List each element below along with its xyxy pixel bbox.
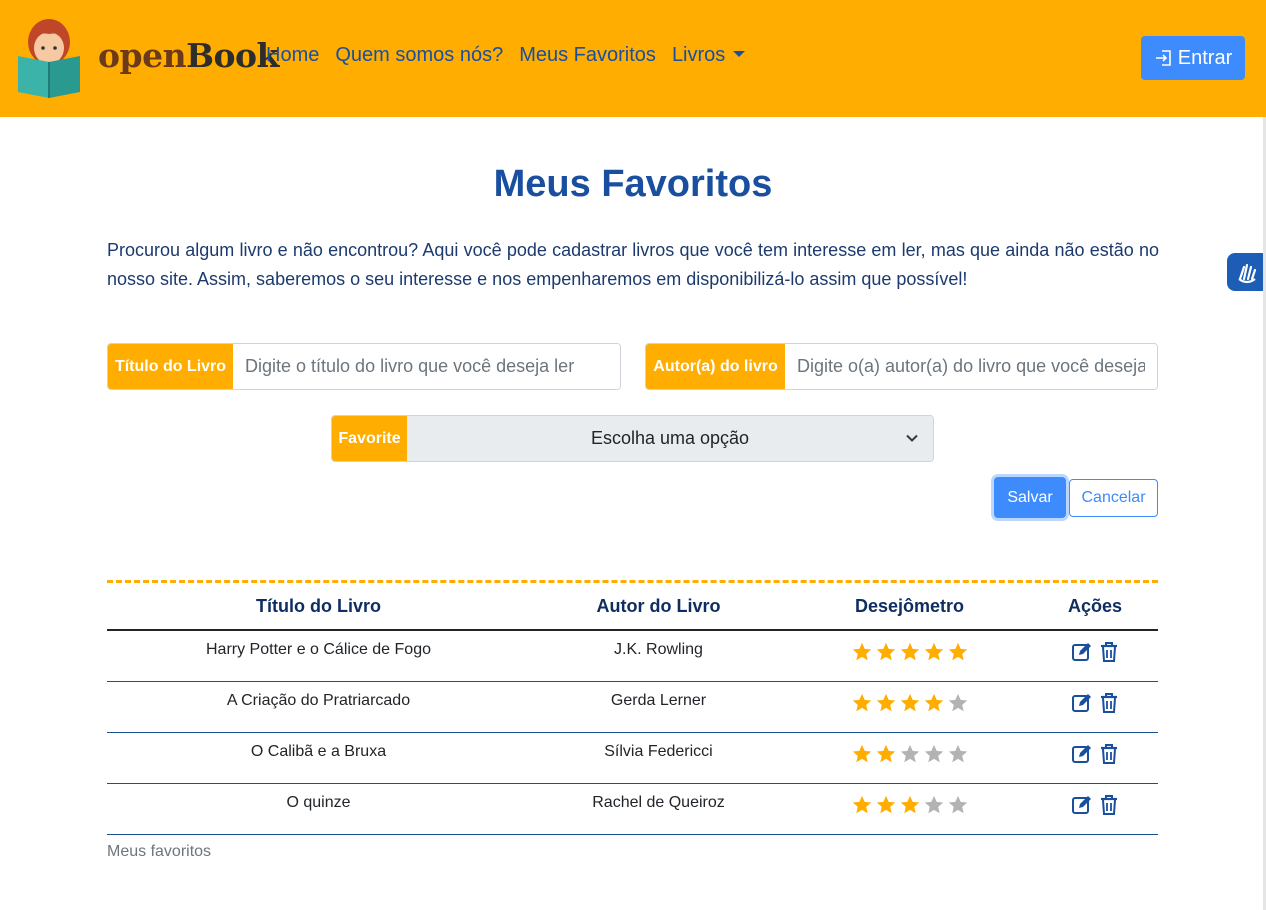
star-empty-icon — [947, 692, 969, 719]
login-icon — [1155, 50, 1171, 66]
title-input-group: Título do Livro — [107, 343, 621, 390]
author-field-label: Autor(a) do livro — [646, 344, 785, 389]
caret-down-icon — [733, 50, 746, 57]
rating-stars — [851, 641, 969, 668]
cell-author: Sílvia Federicci — [530, 732, 787, 784]
sign-language-icon — [1237, 263, 1256, 284]
star-filled-icon — [851, 743, 873, 770]
favorite-input-group: Favorite Escolha uma opção — [331, 415, 934, 462]
star-filled-icon — [923, 641, 945, 668]
favorite-select[interactable]: Escolha uma opção — [407, 416, 933, 461]
table-header-row: Título do Livro Autor do Livro Desejômet… — [107, 583, 1158, 631]
table-row: O quinze Rachel de Queiroz — [107, 783, 1158, 835]
row-actions — [1071, 743, 1119, 770]
cell-rating — [787, 630, 1032, 682]
table-caption: Meus favoritos — [107, 843, 212, 860]
row-actions — [1071, 692, 1119, 719]
cell-title: A Criação do Pratriarcado — [107, 681, 530, 733]
table-row: A Criação do Pratriarcado Gerda Lerner — [107, 681, 1158, 733]
favorite-select-value: Escolha uma opção — [590, 428, 750, 448]
brand-name-part2: Book — [186, 36, 279, 75]
cell-actions — [1032, 732, 1158, 784]
cell-author: Gerda Lerner — [530, 681, 787, 733]
star-filled-icon — [875, 743, 897, 770]
login-label: Entrar — [1177, 46, 1233, 69]
cell-author: Rachel de Queiroz — [530, 783, 787, 835]
star-filled-icon — [947, 641, 969, 668]
star-filled-icon — [875, 692, 897, 719]
star-filled-icon — [875, 794, 897, 821]
trash-icon[interactable] — [1099, 692, 1119, 719]
cell-rating — [787, 783, 1032, 835]
row-actions — [1071, 794, 1119, 821]
edit-icon[interactable] — [1071, 641, 1093, 668]
rating-stars — [851, 692, 969, 719]
cell-title: O quinze — [107, 783, 530, 835]
navbar: openBook Home Quem somos nós? Meus Favor… — [0, 0, 1266, 117]
title-input[interactable] — [233, 344, 620, 389]
favorites-table: Título do Livro Autor do Livro Desejômet… — [107, 583, 1158, 835]
row-actions — [1071, 641, 1119, 668]
cell-author: J.K. Rowling — [530, 630, 787, 682]
cell-actions — [1032, 630, 1158, 682]
trash-icon[interactable] — [1099, 743, 1119, 770]
rating-stars — [851, 794, 969, 821]
accessibility-widget[interactable] — [1227, 253, 1266, 291]
header-author: Autor do Livro — [530, 583, 787, 631]
header-actions: Ações — [1032, 583, 1158, 631]
brand-logo[interactable]: openBook — [14, 16, 279, 100]
cell-actions — [1032, 783, 1158, 835]
favorites-table-wrap: Título do Livro Autor do Livro Desejômet… — [107, 580, 1158, 835]
cell-title: Harry Potter e o Cálice de Fogo — [107, 630, 530, 682]
nav-books-label: Livros — [671, 44, 726, 66]
cell-title: O Calibã e a Bruxa — [107, 732, 530, 784]
nav-favorites[interactable]: Meus Favoritos — [519, 44, 656, 67]
star-filled-icon — [899, 692, 921, 719]
edit-icon[interactable] — [1071, 692, 1093, 719]
brand-name-part1: open — [98, 36, 187, 75]
save-button[interactable]: Salvar — [994, 477, 1066, 518]
login-button[interactable]: Entrar — [1141, 36, 1245, 80]
star-empty-icon — [923, 743, 945, 770]
rating-stars — [851, 743, 969, 770]
brand-name: openBook — [98, 36, 279, 75]
star-empty-icon — [947, 743, 969, 770]
star-empty-icon — [923, 794, 945, 821]
header-title: Título do Livro — [107, 583, 530, 631]
table-row: O Calibã e a Bruxa Sílvia Federicci — [107, 732, 1158, 784]
trash-icon[interactable] — [1099, 641, 1119, 668]
author-input-group: Autor(a) do livro — [645, 343, 1158, 390]
star-filled-icon — [851, 692, 873, 719]
header-rating: Desejômetro — [787, 583, 1032, 631]
star-filled-icon — [851, 794, 873, 821]
star-empty-icon — [947, 794, 969, 821]
cancel-button[interactable]: Cancelar — [1069, 479, 1158, 517]
intro-text: Procurou algum livro e não encontrou? Aq… — [107, 240, 1159, 289]
cell-actions — [1032, 681, 1158, 733]
cell-rating — [787, 681, 1032, 733]
star-filled-icon — [899, 641, 921, 668]
table-row: Harry Potter e o Cálice de Fogo J.K. Rowl… — [107, 630, 1158, 682]
trash-icon[interactable] — [1099, 794, 1119, 821]
star-filled-icon — [851, 641, 873, 668]
star-filled-icon — [899, 794, 921, 821]
main-nav: Home Quem somos nós? Meus Favoritos Livr… — [266, 44, 746, 67]
cell-rating — [787, 732, 1032, 784]
page-title: Meus Favoritos — [493, 163, 773, 205]
star-empty-icon — [899, 743, 921, 770]
star-filled-icon — [923, 692, 945, 719]
nav-about[interactable]: Quem somos nós? — [335, 44, 503, 67]
chevron-down-icon — [906, 434, 918, 442]
edit-icon[interactable] — [1071, 743, 1093, 770]
edit-icon[interactable] — [1071, 794, 1093, 821]
reading-girl-icon — [18, 19, 80, 98]
title-field-label: Título do Livro — [108, 344, 233, 389]
star-filled-icon — [875, 641, 897, 668]
nav-books-dropdown[interactable]: Livros — [671, 44, 746, 67]
nav-home[interactable]: Home — [266, 44, 319, 67]
author-input[interactable] — [785, 344, 1157, 389]
favorite-field-label: Favorite — [332, 416, 407, 461]
